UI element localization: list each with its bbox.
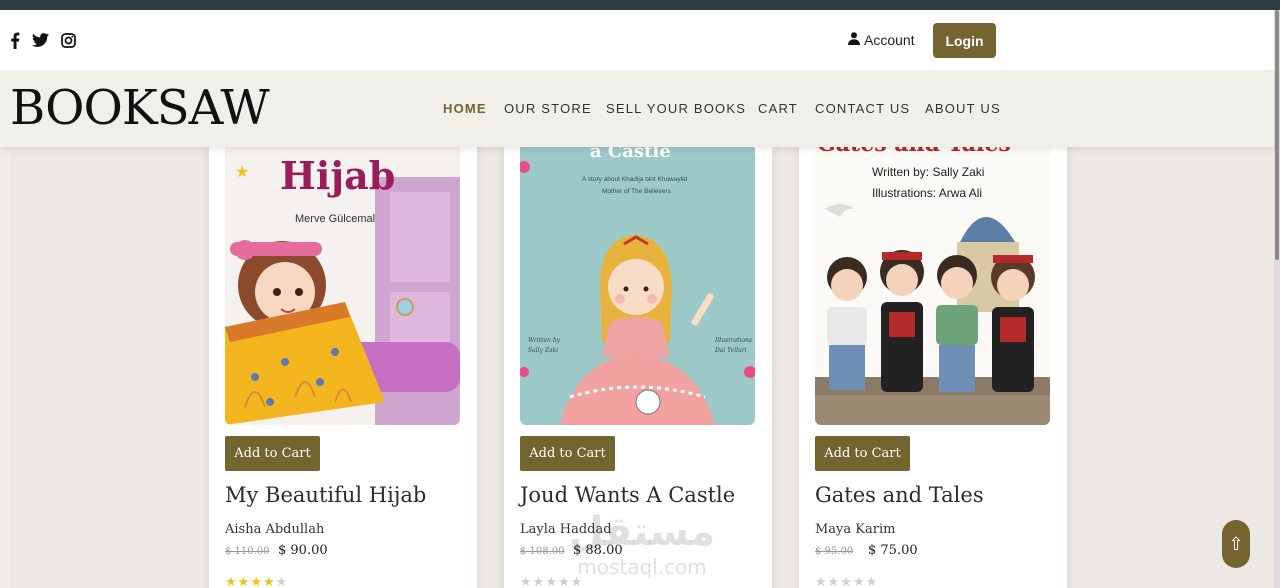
svg-text:a Castle: a Castle (590, 147, 671, 162)
twitter-icon[interactable] (31, 31, 49, 49)
add-to-cart-button[interactable]: Add to Cart (520, 436, 615, 471)
old-price: $ 108.00 (520, 546, 565, 557)
facebook-icon[interactable] (6, 31, 24, 49)
brand-logo[interactable]: BOOKSAW (10, 78, 270, 138)
product-author: Aisha Abdullah (225, 522, 325, 537)
rating-stars: ★★★★★ (815, 574, 878, 588)
top-strip (0, 0, 1280, 10)
star-icon: ★ (827, 574, 841, 588)
svg-text:Mother of The Believers: Mother of The Believers (602, 188, 672, 195)
account-link[interactable]: Account (848, 32, 915, 48)
svg-text:A story about Khadija bint Khu: A story about Khadija bint Khuwaylid (582, 176, 688, 183)
add-to-cart-button[interactable]: Add to Cart (225, 436, 320, 471)
product-title[interactable]: Joud Wants A Castle (520, 483, 735, 507)
product-author: Maya Karim (815, 522, 896, 537)
scrollbar-thumb[interactable] (1275, 10, 1279, 260)
watermark: مستقل mostaql.com (562, 508, 722, 583)
nav-item-about-us[interactable]: ABOUT US (925, 101, 1001, 116)
product-title[interactable]: My Beautiful Hijab (225, 483, 426, 507)
star-icon: ★ (545, 574, 558, 588)
main-navbar: BOOKSAW HOME OUR STORE SELL YOUR BOOKS C… (0, 70, 1274, 147)
product-card: Hijab Merve Gülcemal ★ Add to Cart My Be… (209, 140, 477, 588)
star-icon: ★ (852, 574, 866, 588)
star-icon: ★ (225, 574, 238, 588)
book-cover-image[interactable]: a Castle A story about Khadija bint Khuw… (520, 147, 755, 425)
add-to-cart-button[interactable]: Add to Cart (815, 436, 910, 471)
svg-text:★: ★ (235, 164, 249, 181)
rating-stars: ★★★★★ (225, 574, 288, 588)
scroll-to-top-button[interactable]: ⇧ (1222, 520, 1250, 568)
svg-text:Written by: Written by (528, 337, 561, 344)
watermark-arabic: مستقل (568, 509, 716, 555)
star-icon: ★ (262, 574, 276, 588)
product-title[interactable]: Gates and Tales (815, 483, 984, 507)
star-icon: ★ (865, 574, 879, 588)
svg-text:Written by: Sally Zaki: Written by: Sally Zaki (872, 165, 984, 179)
book-cover-image[interactable]: Hijab Merve Gülcemal ★ (225, 147, 460, 425)
arrow-up-icon: ⇧ (1228, 533, 1244, 554)
nav-item-our-store[interactable]: OUR STORE (504, 101, 592, 116)
nav-item-home[interactable]: HOME (443, 101, 487, 116)
svg-text:Sally Zaki: Sally Zaki (528, 347, 558, 354)
instagram-icon[interactable] (59, 31, 77, 49)
svg-text:Hijab: Hijab (280, 153, 395, 198)
star-icon: ★ (275, 574, 289, 588)
svg-text:Merve Gülcemal: Merve Gülcemal (295, 213, 375, 225)
old-price: $ 110.00 (225, 546, 270, 557)
svg-text:Illustrations: Arwa Ali: Illustrations: Arwa Ali (872, 186, 982, 200)
old-price: $ 95.00 (815, 546, 854, 557)
star-icon: ★ (520, 574, 533, 588)
star-icon: ★ (815, 574, 828, 588)
nav-item-cart[interactable]: CART (758, 101, 798, 116)
top-bar: Account Login (0, 10, 1274, 70)
nav-item-sell-your-books[interactable]: SELL YOUR BOOKS (606, 101, 746, 116)
svg-text:Gates and Tales: Gates and Tales (817, 147, 1011, 157)
product-card: Gates and Tales Written by: Sally Zaki I… (799, 140, 1067, 588)
current-price: $ 90.00 (278, 543, 328, 558)
star-icon: ★ (840, 574, 853, 588)
account-label: Account (864, 32, 915, 48)
current-price: $ 75.00 (868, 543, 918, 558)
svg-text:Illustrations: Illustrations (714, 337, 752, 344)
star-icon: ★ (250, 574, 263, 588)
svg-text:Dai Yelluri: Dai Yelluri (714, 347, 747, 354)
star-icon: ★ (237, 574, 251, 588)
watermark-latin: mostaql.com (577, 555, 707, 579)
user-icon (848, 32, 860, 48)
book-cover-image[interactable]: Gates and Tales Written by: Sally Zaki I… (815, 147, 1050, 425)
star-icon: ★ (532, 574, 546, 588)
nav-item-contact-us[interactable]: CONTACT US (815, 101, 910, 116)
login-button[interactable]: Login (933, 23, 996, 58)
